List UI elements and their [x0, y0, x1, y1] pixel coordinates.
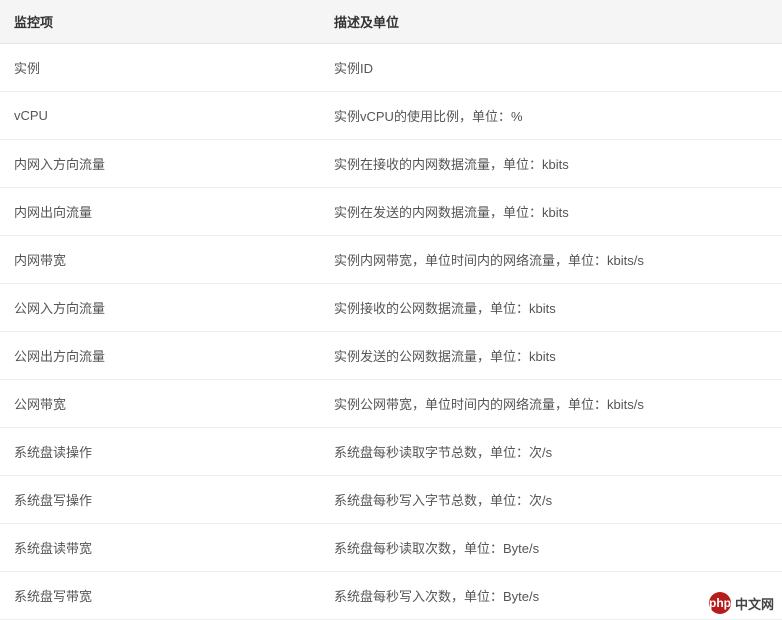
- table-row: 内网带宽 实例内网带宽，单位时间内的网络流量，单位：kbits/s: [0, 236, 782, 284]
- table-row: 公网带宽 实例公网带宽，单位时间内的网络流量，单位：kbits/s: [0, 380, 782, 428]
- cell-item: 内网入方向流量: [0, 140, 320, 188]
- cell-desc: 实例在接收的内网数据流量，单位：kbits: [320, 140, 782, 188]
- table-row: 内网入方向流量 实例在接收的内网数据流量，单位：kbits: [0, 140, 782, 188]
- cell-desc: 系统盘每秒读取次数，单位：Byte/s: [320, 524, 782, 572]
- table-row: 公网入方向流量 实例接收的公网数据流量，单位：kbits: [0, 284, 782, 332]
- cell-item: 系统盘写带宽: [0, 572, 320, 620]
- cell-item: 公网带宽: [0, 380, 320, 428]
- table-row: 系统盘读操作 系统盘每秒读取字节总数，单位：次/s: [0, 428, 782, 476]
- table-row: vCPU 实例vCPU的使用比例，单位：%: [0, 92, 782, 140]
- cell-item: 系统盘写操作: [0, 476, 320, 524]
- cell-desc: 实例vCPU的使用比例，单位：%: [320, 92, 782, 140]
- cell-desc: 系统盘每秒读取字节总数，单位：次/s: [320, 428, 782, 476]
- table-header-desc: 描述及单位: [320, 0, 782, 44]
- cell-item: 实例: [0, 44, 320, 92]
- cell-desc: 实例在发送的内网数据流量，单位：kbits: [320, 188, 782, 236]
- table-body: 实例 实例ID vCPU 实例vCPU的使用比例，单位：% 内网入方向流量 实例…: [0, 44, 782, 620]
- table-row: 系统盘读带宽 系统盘每秒读取次数，单位：Byte/s: [0, 524, 782, 572]
- cell-desc: 系统盘每秒写入字节总数，单位：次/s: [320, 476, 782, 524]
- cell-item: 内网带宽: [0, 236, 320, 284]
- cell-item: 系统盘读操作: [0, 428, 320, 476]
- monitoring-table: 监控项 描述及单位 实例 实例ID vCPU 实例vCPU的使用比例，单位：% …: [0, 0, 782, 620]
- cell-desc: 系统盘每秒写入次数，单位：Byte/s: [320, 572, 782, 620]
- cell-desc: 实例发送的公网数据流量，单位：kbits: [320, 332, 782, 380]
- table-row: 实例 实例ID: [0, 44, 782, 92]
- cell-item: 内网出向流量: [0, 188, 320, 236]
- table-row: 公网出方向流量 实例发送的公网数据流量，单位：kbits: [0, 332, 782, 380]
- cell-item: 公网入方向流量: [0, 284, 320, 332]
- table-header-item: 监控项: [0, 0, 320, 44]
- cell-desc: 实例ID: [320, 44, 782, 92]
- cell-item: 公网出方向流量: [0, 332, 320, 380]
- cell-desc: 实例接收的公网数据流量，单位：kbits: [320, 284, 782, 332]
- cell-desc: 实例内网带宽，单位时间内的网络流量，单位：kbits/s: [320, 236, 782, 284]
- table-row: 系统盘写操作 系统盘每秒写入字节总数，单位：次/s: [0, 476, 782, 524]
- table-row: 系统盘写带宽 系统盘每秒写入次数，单位：Byte/s: [0, 572, 782, 620]
- table-row: 内网出向流量 实例在发送的内网数据流量，单位：kbits: [0, 188, 782, 236]
- cell-item: vCPU: [0, 92, 320, 140]
- table-header-row: 监控项 描述及单位: [0, 0, 782, 44]
- cell-item: 系统盘读带宽: [0, 524, 320, 572]
- cell-desc: 实例公网带宽，单位时间内的网络流量，单位：kbits/s: [320, 380, 782, 428]
